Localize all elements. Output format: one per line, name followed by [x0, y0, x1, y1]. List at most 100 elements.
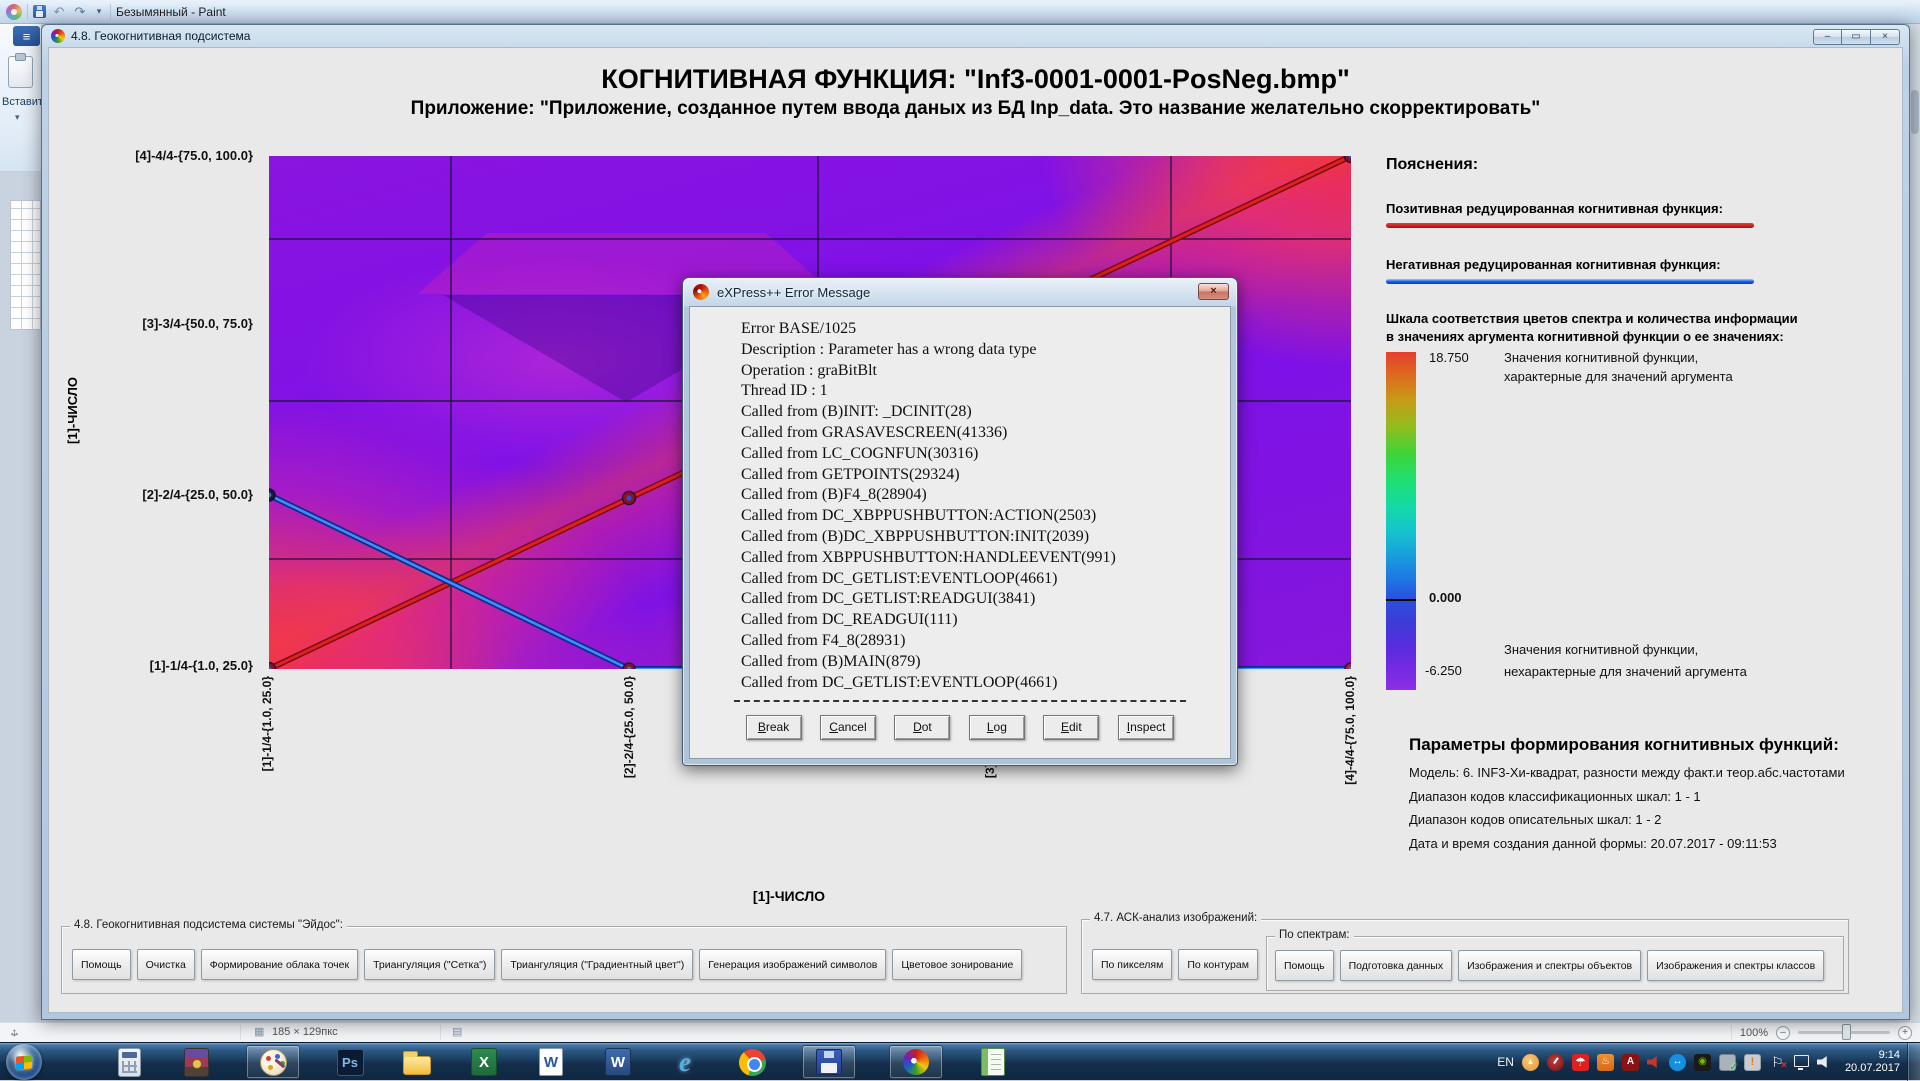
legend-heading: Пояснения: — [1386, 156, 1478, 174]
chrome-icon — [739, 1049, 766, 1076]
taskbar-item-chrome[interactable] — [735, 1045, 769, 1079]
break-button[interactable]: Break — [746, 715, 802, 740]
edit-button[interactable]: Edit — [1043, 715, 1099, 740]
taskbar-item-eidos[interactable] — [889, 1045, 943, 1079]
error-line: Called from (B)DC_XBPPUSHBUTTON:INIT(203… — [690, 527, 1230, 548]
x-tick-label: [4]-4/4-{75.0, 100.0} — [1343, 676, 1357, 785]
show-desktop-button[interactable] — [1907, 1043, 1920, 1081]
zoom-out-button[interactable]: – — [1776, 1026, 1790, 1040]
redo-icon[interactable]: ↷ — [72, 4, 88, 20]
show-hidden-icons-button[interactable]: ▲ — [1522, 1054, 1539, 1071]
language-indicator[interactable]: EN — [1497, 1055, 1514, 1069]
adobe-tray-icon[interactable]: A — [1622, 1054, 1639, 1071]
data-preparation-button[interactable]: Подготовка данных — [1340, 950, 1453, 981]
spectra-help-button[interactable]: Помощь — [1275, 950, 1334, 981]
teamviewer-tray-icon[interactable]: ↔ — [1669, 1054, 1686, 1071]
taskbar-item-save-tool[interactable] — [802, 1045, 856, 1079]
clock-time: 9:14 — [1845, 1049, 1900, 1062]
paste-dropdown-icon[interactable]: ▾ — [15, 112, 20, 123]
dialog-separator — [734, 700, 1186, 702]
triangulation-gradient-button[interactable]: Триангуляция ("Градиентный цвет") — [501, 949, 693, 980]
windows-flag-icon — [16, 1055, 32, 1069]
scrollbar-thumb[interactable] — [1911, 90, 1919, 134]
drive-warning-tray-icon[interactable]: ! — [1744, 1054, 1761, 1071]
antivirus-tray-icon[interactable]: ☂ — [1572, 1054, 1589, 1071]
nvidia-tray-icon[interactable]: ◉ — [1694, 1054, 1711, 1071]
zoom-in-button[interactable]: + — [1898, 1026, 1912, 1040]
taskbar-item-photoshop[interactable]: Ps — [333, 1045, 367, 1079]
group-label: 4.8. Геокогнитивная подсистема системы "… — [70, 919, 347, 931]
internet-explorer-icon: e — [679, 1049, 691, 1076]
point-cloud-button[interactable]: Формирование облака точек — [201, 949, 358, 980]
taskbar-item-notes[interactable] — [976, 1045, 1010, 1079]
audio-manager-tray-icon[interactable] — [1647, 1055, 1661, 1069]
error-line: Called from (B)MAIN(879) — [690, 652, 1230, 673]
network-icon[interactable] — [1794, 1055, 1809, 1067]
gauge-tray-icon[interactable] — [1547, 1054, 1564, 1071]
scale-caption: Шкала соответствия цветов спектра и коли… — [1386, 311, 1798, 326]
usb-eject-tray-icon[interactable] — [1719, 1054, 1736, 1071]
log-button[interactable]: Log — [969, 715, 1025, 740]
spectrum-colorbar — [1386, 352, 1416, 690]
colorbar-min: -6.250 — [1425, 663, 1462, 678]
error-line: Thread ID : 1 — [690, 381, 1230, 402]
by-pixels-button[interactable]: По пикселям — [1092, 949, 1172, 980]
y-axis-title: [1]-ЧИСЛО — [65, 377, 80, 444]
positive-function-label: Позитивная редуцированная когнитивная фу… — [1386, 201, 1723, 216]
taskbar-item-calculator[interactable] — [112, 1045, 146, 1079]
taskbar-clock[interactable]: 9:14 20.07.2017 — [1845, 1049, 1900, 1075]
taskbar-item-word[interactable]: W — [601, 1045, 635, 1079]
geocognitive-toolbar-group: 4.8. Геокогнитивная подсистема системы "… — [61, 926, 1067, 994]
dialog-icon — [693, 284, 709, 300]
taskbar-item-explorer[interactable] — [400, 1045, 434, 1079]
winrar-icon — [184, 1048, 209, 1077]
uncharacteristic-note: Значения когнитивной функции, — [1504, 642, 1698, 657]
colorbar-max: 18.750 — [1429, 350, 1469, 365]
negative-function-swatch — [1386, 279, 1754, 284]
inspect-button[interactable]: Inspect — [1118, 715, 1175, 740]
y-tick-label: [1]-1/4-{1.0, 25.0} — [85, 658, 253, 673]
paint-menu-button[interactable]: ≡ — [13, 26, 40, 46]
save-icon[interactable] — [33, 5, 46, 18]
photoshop-icon: Ps — [337, 1049, 364, 1076]
object-spectra-button[interactable]: Изображения и спектры объектов — [1458, 950, 1641, 981]
start-button[interactable] — [6, 1044, 42, 1080]
dot-button[interactable]: Dot — [894, 715, 950, 740]
class-spectra-button[interactable]: Изображения и спектры классов — [1647, 950, 1824, 981]
dialog-button-row: Break Cancel Dot Log Edit Inspect — [690, 715, 1230, 740]
app-titlebar[interactable]: 4.8. Геокогнитивная подсистема — [42, 25, 1909, 47]
dialog-titlebar[interactable]: eXPress++ Error Message — [683, 278, 1237, 306]
triangulation-grid-button[interactable]: Триангуляция ("Сетка") — [364, 949, 495, 980]
close-button[interactable]: × — [1871, 29, 1900, 45]
paint-app-icon — [6, 4, 22, 20]
symbol-images-button[interactable]: Генерация изображений символов — [699, 949, 886, 980]
uncharacteristic-note: нехарактерные для значений аргумента — [1504, 664, 1747, 679]
clipboard-icon[interactable] — [8, 56, 33, 88]
action-center-flag-icon[interactable]: ⚐ — [1769, 1054, 1786, 1071]
taskbar-item-winrar[interactable] — [179, 1045, 213, 1079]
taskbar-item-word-doc[interactable]: W — [534, 1045, 568, 1079]
characteristic-note: характерные для значений аргумента — [1504, 369, 1733, 384]
maximize-button[interactable]: ▭ — [1842, 29, 1871, 45]
taskbar-item-paint[interactable] — [246, 1045, 300, 1079]
taskbar-item-excel[interactable]: X — [467, 1045, 501, 1079]
volume-icon[interactable] — [1817, 1055, 1831, 1069]
by-contours-button[interactable]: По контурам — [1178, 949, 1258, 980]
param-desc-scales: Диапазон кодов описательных шкал: 1 - 2 — [1409, 812, 1661, 827]
cancel-button[interactable]: Cancel — [820, 715, 876, 740]
java-tray-icon[interactable]: ♨ — [1597, 1054, 1614, 1071]
dialog-close-button[interactable]: × — [1198, 283, 1229, 300]
qat-dropdown-icon[interactable]: ▾ — [93, 6, 105, 17]
error-line: Called from DC_GETLIST:EVENTLOOP(4661) — [690, 569, 1230, 590]
minimize-button[interactable]: – — [1813, 29, 1842, 45]
paint-titlebar: ↶ ↷ ▾ Безымянный - Paint — [0, 0, 1920, 24]
color-zoning-button[interactable]: Цветовое зонирование — [892, 949, 1022, 980]
taskbar-item-internet-explorer[interactable]: e — [668, 1045, 702, 1079]
help-button[interactable]: Помощь — [72, 949, 131, 980]
error-line: Called from (B)F4_8(28904) — [690, 485, 1230, 506]
x-tick-label: [2]-2/4-{25.0, 50.0} — [622, 676, 636, 778]
zoom-slider-thumb[interactable] — [1842, 1024, 1851, 1040]
zoom-slider[interactable] — [1798, 1031, 1890, 1034]
clear-button[interactable]: Очистка — [137, 949, 195, 980]
undo-icon[interactable]: ↶ — [51, 4, 67, 20]
